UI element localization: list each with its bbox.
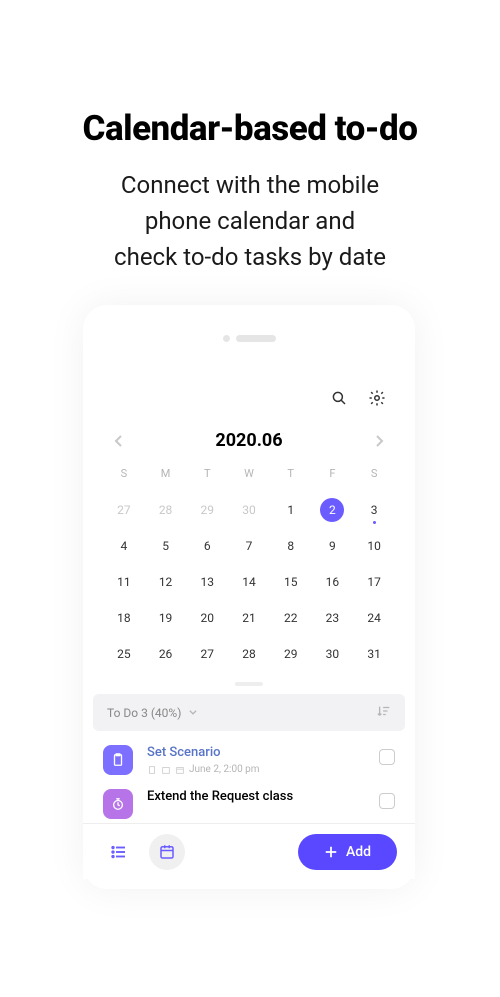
calendar-day[interactable]: 30 xyxy=(228,494,270,526)
speaker-notch xyxy=(83,305,415,342)
list-item[interactable]: Extend the Request class xyxy=(83,775,415,819)
chevron-down-icon xyxy=(188,706,198,720)
calendar-day[interactable]: 10 xyxy=(353,530,395,562)
calendar-day[interactable]: 7 xyxy=(228,530,270,562)
chevron-left-icon[interactable] xyxy=(111,433,127,449)
calendar-day[interactable]: 28 xyxy=(145,494,187,526)
month-title: 2020.06 xyxy=(215,430,282,451)
calendar-day[interactable]: 24 xyxy=(353,602,395,634)
calendar-day[interactable]: 29 xyxy=(270,638,312,670)
calendar-day[interactable]: 5 xyxy=(145,530,187,562)
bottom-nav: Add xyxy=(83,823,415,879)
calendar-day[interactable]: 29 xyxy=(186,494,228,526)
calendar-grid: SMTWTFS 27282930123456789101112131415161… xyxy=(83,451,415,670)
weekday-label: T xyxy=(186,467,228,490)
page-subtitle: Connect with the mobile phone calendar a… xyxy=(0,167,500,275)
filter-dropdown[interactable]: To Do 3 (40%) xyxy=(93,694,405,731)
list-view-icon[interactable] xyxy=(101,834,137,870)
list-item[interactable]: Set Scenario June 2, 2:00 pm xyxy=(83,731,415,775)
phone-mockup: 2020.06 SMTWTFS 272829301234567891011121… xyxy=(83,305,415,889)
todo-title: Extend the Request class xyxy=(147,789,365,804)
calendar-day[interactable]: 13 xyxy=(186,566,228,598)
gear-icon[interactable] xyxy=(367,388,387,408)
calendar-day[interactable]: 3 xyxy=(353,494,395,526)
weekday-label: F xyxy=(312,467,354,490)
calendar-view-icon[interactable] xyxy=(149,834,185,870)
calendar-day[interactable]: 11 xyxy=(103,566,145,598)
page-title: Calendar-based to-do xyxy=(0,108,500,149)
calendar-day[interactable]: 22 xyxy=(270,602,312,634)
calendar-day[interactable]: 21 xyxy=(228,602,270,634)
search-icon[interactable] xyxy=(329,388,349,408)
calendar-day[interactable]: 15 xyxy=(270,566,312,598)
clipboard-icon xyxy=(103,745,133,775)
sort-icon[interactable] xyxy=(377,704,391,721)
calendar-day[interactable]: 23 xyxy=(312,602,354,634)
calendar-day[interactable]: 1 xyxy=(270,494,312,526)
calendar-day[interactable]: 25 xyxy=(103,638,145,670)
calendar-day[interactable]: 20 xyxy=(186,602,228,634)
todo-meta: June 2, 2:00 pm xyxy=(147,764,365,775)
calendar-day[interactable]: 9 xyxy=(312,530,354,562)
calendar-day[interactable]: 12 xyxy=(145,566,187,598)
filter-label: To Do 3 (40%) xyxy=(107,706,181,720)
todo-title: Set Scenario xyxy=(147,745,365,760)
calendar-day[interactable]: 31 xyxy=(353,638,395,670)
add-button[interactable]: Add xyxy=(298,834,397,870)
calendar-day[interactable]: 16 xyxy=(312,566,354,598)
calendar-day[interactable]: 4 xyxy=(103,530,145,562)
weekday-label: M xyxy=(145,467,187,490)
checkbox[interactable] xyxy=(379,749,395,765)
calendar-day[interactable]: 27 xyxy=(103,494,145,526)
calendar-day[interactable]: 14 xyxy=(228,566,270,598)
subtitle-line: Connect with the mobile xyxy=(121,171,379,199)
calendar-day[interactable]: 26 xyxy=(145,638,187,670)
checkbox[interactable] xyxy=(379,793,395,809)
calendar-day[interactable]: 18 xyxy=(103,602,145,634)
weekday-label: T xyxy=(270,467,312,490)
weekday-label: S xyxy=(353,467,395,490)
calendar-day[interactable]: 30 xyxy=(312,638,354,670)
calendar-day[interactable]: 27 xyxy=(186,638,228,670)
weekday-label: W xyxy=(228,467,270,490)
chevron-right-icon[interactable] xyxy=(371,433,387,449)
add-button-label: Add xyxy=(346,844,371,860)
calendar-day[interactable]: 19 xyxy=(145,602,187,634)
calendar-day[interactable]: 8 xyxy=(270,530,312,562)
calendar-day[interactable]: 28 xyxy=(228,638,270,670)
weekday-label: S xyxy=(103,467,145,490)
calendar-day[interactable]: 2 xyxy=(320,498,344,522)
alarm-icon xyxy=(103,789,133,819)
subtitle-line: check to-do tasks by date xyxy=(114,243,386,271)
calendar-day[interactable]: 6 xyxy=(186,530,228,562)
subtitle-line: phone calendar and xyxy=(145,207,355,235)
calendar-day[interactable]: 17 xyxy=(353,566,395,598)
drag-handle[interactable] xyxy=(235,682,263,686)
